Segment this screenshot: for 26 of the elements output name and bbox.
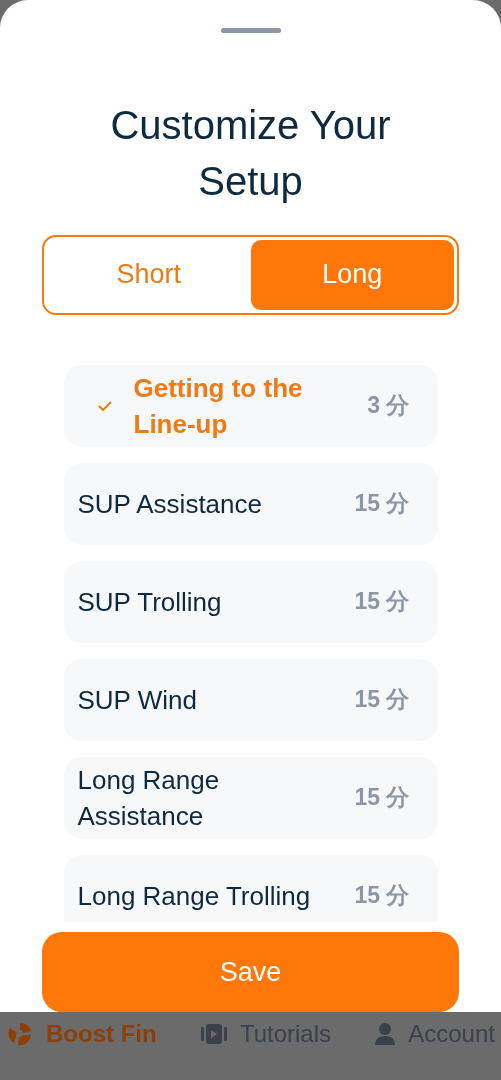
setup-option[interactable]: Long Range Trolling 15 分 — [63, 854, 438, 922]
save-button[interactable]: Save — [42, 931, 459, 1012]
setup-option[interactable]: SUP Assistance 15 分 — [63, 462, 438, 545]
segment-tab[interactable]: Long — [250, 239, 454, 310]
video-icon — [199, 1022, 228, 1046]
swirl-logo-icon — [6, 1021, 34, 1047]
option-title: Long Range Assistance — [77, 763, 221, 833]
setup-option[interactable]: SUP Trolling 15 分 — [63, 560, 438, 643]
sheet-title: Customize Your Setup — [109, 101, 392, 205]
setup-option[interactable]: SUP Wind 15 分 — [63, 658, 438, 741]
check-icon — [97, 400, 112, 411]
duration-label: 15 分 — [354, 489, 410, 519]
option-title: Getting to the Line-up — [133, 371, 304, 441]
option-title: SUP Wind — [77, 683, 198, 717]
duration-label: 15 分 — [354, 685, 410, 715]
drag-handle[interactable] — [220, 28, 281, 33]
duration-label: 15 分 — [354, 783, 410, 813]
option-title: SUP Trolling — [77, 585, 223, 619]
setup-option[interactable]: Long Range Assistance 15 分 — [63, 756, 438, 839]
setup-option[interactable]: Getting to the Line-up 3 分 — [63, 364, 438, 447]
duration-label: 15 分 — [354, 881, 410, 911]
duration-label: 3 分 — [367, 391, 410, 421]
option-title: Long Range Trolling — [77, 879, 312, 913]
duration-label: 15 分 — [354, 587, 410, 617]
person-icon — [374, 1022, 397, 1046]
option-title: SUP Assistance — [77, 487, 263, 521]
